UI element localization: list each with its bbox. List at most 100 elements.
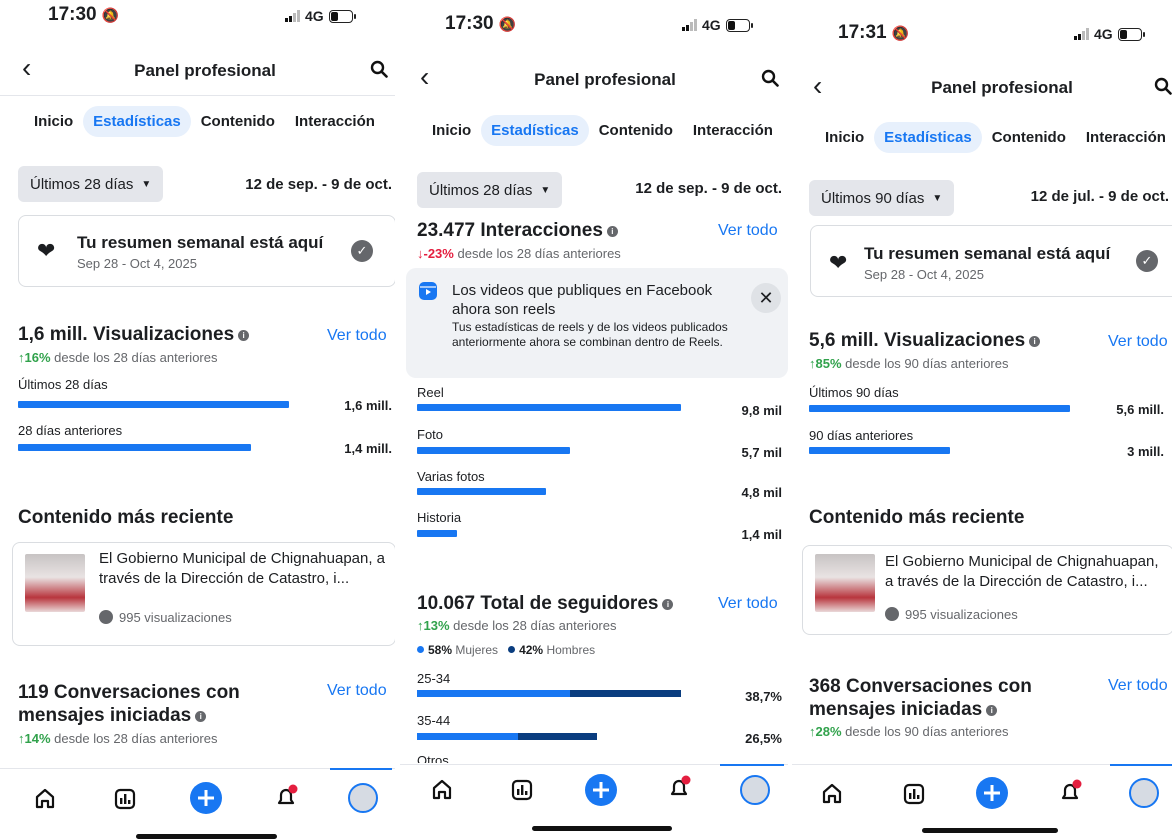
breakdown-label: Reel (417, 385, 444, 400)
plus-icon[interactable] (975, 776, 1009, 810)
status-time: 17:31 🔕 (838, 22, 910, 43)
chart-icon[interactable] (509, 777, 535, 803)
tab-bar: Inicio Estadísticas Contenido Interacció… (815, 122, 1172, 153)
plus-icon[interactable] (584, 773, 618, 807)
tab-interaccion[interactable]: Interacción (683, 115, 783, 146)
delta-text: desde los 28 días anteriores (54, 350, 218, 365)
status-time: 17:30 🔕 (48, 4, 120, 25)
home-icon[interactable] (429, 777, 455, 803)
post-thumbnail (25, 554, 85, 612)
tab-interaccion[interactable]: Interacción (1076, 122, 1172, 153)
check-icon: ✓ (351, 240, 373, 262)
period-dropdown[interactable]: Últimos 28 días ▼ (18, 166, 164, 202)
date-range: 12 de sep. - 9 de oct. (635, 180, 782, 197)
tab-estadisticas[interactable]: Estadísticas (874, 122, 982, 153)
men-segment (518, 733, 597, 740)
battery-icon (1117, 27, 1145, 41)
info-icon[interactable]: i (238, 330, 250, 341)
breakdown-value: 9,8 mil (741, 403, 782, 418)
views-delta: ↑16% desde los 28 días anteriores (18, 350, 217, 365)
info-icon[interactable]: i (662, 599, 674, 610)
followers-delta: ↑13% desde los 28 días anteriores (417, 618, 616, 633)
views-icon (885, 607, 899, 621)
breakdown-label: Varias fotos (417, 469, 485, 484)
heart-icon: ❤ (37, 238, 56, 263)
close-icon[interactable]: ✕ (751, 283, 781, 313)
info-icon[interactable]: i (986, 705, 998, 716)
tab-contenido[interactable]: Contenido (589, 115, 683, 146)
profile-icon[interactable] (348, 783, 378, 813)
men-dot (508, 646, 516, 653)
conversations-line1: 119 Conversaciones con (18, 682, 240, 703)
period-dropdown[interactable]: Últimos 28 días ▼ (417, 172, 563, 208)
conversations-see-all[interactable]: Ver todo (1108, 677, 1168, 695)
post-views: 995 visualizaciones (885, 607, 1018, 622)
bell-icon[interactable] (666, 775, 692, 801)
tab-estadisticas[interactable]: Estadísticas (83, 106, 191, 137)
search-icon[interactable] (1154, 77, 1172, 95)
check-icon: ✓ (1136, 250, 1158, 272)
chart-icon[interactable] (112, 786, 138, 812)
breakdown-bar (417, 404, 681, 411)
profile-icon[interactable] (1129, 778, 1159, 808)
followers-see-all[interactable]: Ver todo (718, 595, 778, 613)
views-see-all[interactable]: Ver todo (327, 327, 387, 345)
age-value: 38,7% (745, 689, 782, 704)
info-icon[interactable]: i (606, 226, 618, 237)
post-views-text: 995 visualizaciones (905, 607, 1018, 622)
period-dropdown[interactable]: Últimos 90 días ▼ (809, 180, 955, 216)
plus-icon[interactable] (189, 781, 223, 815)
recent-post-card[interactable]: El Gobierno Municipal de Chignahuapan, a… (12, 542, 395, 646)
home-indicator (532, 826, 672, 831)
search-icon[interactable] (370, 60, 388, 78)
page-title: Panel profesional (534, 70, 676, 89)
back-icon[interactable]: ‹ (22, 52, 31, 84)
men-label: Hombres (546, 643, 596, 657)
breakdown-label: Foto (417, 427, 444, 442)
conversations-see-all[interactable]: Ver todo (327, 682, 387, 700)
weekly-summary-card[interactable]: ❤ Tu resumen semanal está aquí Sep 28 - … (18, 215, 395, 287)
views-see-all[interactable]: Ver todo (1108, 333, 1168, 351)
tab-inicio[interactable]: Inicio (815, 122, 874, 153)
tab-interaccion[interactable]: Interacción (285, 106, 385, 137)
recent-post-card[interactable]: El Gobierno Municipal de Chignahuapan, a… (802, 545, 1172, 635)
men-pct: 42% (519, 643, 544, 657)
age-label-cut: Otros (417, 753, 449, 763)
search-icon[interactable] (761, 69, 779, 87)
status-right: 4G (1074, 26, 1145, 42)
views-row-label: Últimos 28 días (18, 377, 108, 392)
post-text: El Gobierno Municipal de Chignahuapan, a… (885, 553, 1159, 590)
breakdown-bar (417, 447, 570, 454)
delta-value: ↑16% (18, 350, 51, 365)
home-icon[interactable] (32, 786, 58, 812)
views-bar (18, 401, 289, 408)
info-icon[interactable]: i (195, 711, 207, 722)
tab-inicio[interactable]: Inicio (24, 106, 83, 137)
bell-icon[interactable] (1057, 779, 1083, 805)
reels-icon (419, 282, 437, 300)
signal-icon (682, 19, 697, 31)
tab-contenido[interactable]: Contenido (982, 122, 1076, 153)
home-icon[interactable] (819, 781, 845, 807)
weekly-dates: Sep 28 - Oct 4, 2025 (864, 267, 984, 282)
caret-down-icon: ▼ (540, 184, 551, 196)
views-title-text: 1,6 mill. Visualizaciones (18, 324, 235, 345)
bell-icon[interactable] (273, 784, 299, 810)
chart-icon[interactable] (901, 781, 927, 807)
tab-contenido[interactable]: Contenido (191, 106, 285, 137)
screen-3: 17:31 🔕 4G ‹ Panel profesional Inicio Es… (792, 0, 1172, 840)
post-views-text: 995 visualizaciones (119, 610, 232, 625)
interactions-see-all[interactable]: Ver todo (718, 222, 778, 240)
profile-icon[interactable] (740, 775, 770, 805)
tab-estadisticas[interactable]: Estadísticas (481, 115, 589, 146)
notice-title: Los videos que publiques en Facebook aho… (452, 282, 713, 318)
tab-inicio[interactable]: Inicio (422, 115, 481, 146)
info-icon[interactable]: i (1029, 336, 1041, 347)
network-label: 4G (305, 8, 324, 24)
back-icon[interactable]: ‹ (813, 70, 822, 102)
back-icon[interactable]: ‹ (420, 61, 429, 93)
network-label: 4G (1094, 26, 1113, 42)
weekly-summary-card[interactable]: ❤ Tu resumen semanal está aquí Sep 28 - … (810, 225, 1172, 297)
screen-2: 17:30 🔕 4G ‹ Panel profesional Inicio Es… (400, 0, 788, 840)
period-label: Últimos 28 días (30, 175, 134, 193)
